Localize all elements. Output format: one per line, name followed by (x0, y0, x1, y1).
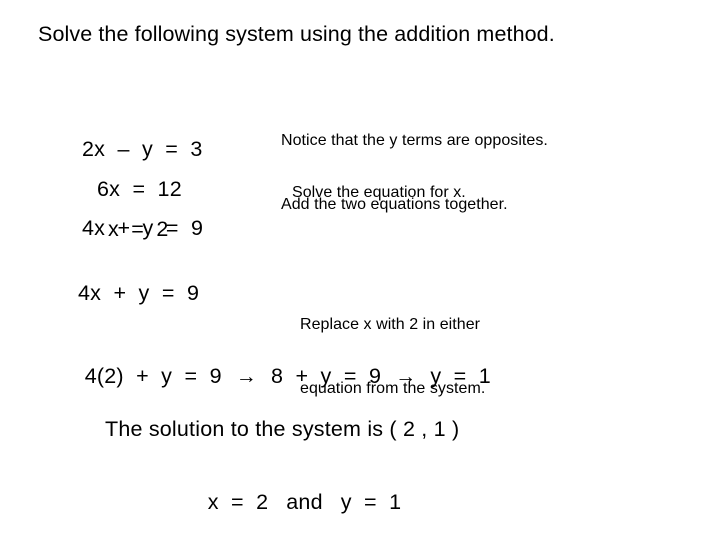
annotation-opposites-line-1: Notice that the y terms are opposites. (281, 132, 548, 150)
right-arrow-icon-1: → (235, 364, 257, 388)
chain-step-3: y = 1 (430, 363, 491, 388)
x-value-equation: x = 2 (108, 217, 169, 241)
summed-equation: 6x = 12 (97, 177, 182, 201)
solution-values-row: x = 2 and y = 1 (183, 470, 401, 535)
solution-x-value: x = 2 (207, 489, 269, 514)
solution-conjunction: and (286, 489, 323, 514)
slide-canvas: Solve the following system using the add… (0, 0, 720, 540)
annotation-replace-x-line-1: Replace x with 2 in either (300, 316, 481, 334)
system-equation-1: 2x – y = 3 (82, 137, 203, 162)
right-arrow-icon-2: → (395, 364, 417, 388)
slide-title: Solve the following system using the add… (38, 22, 555, 46)
chain-step-1: 4(2) + y = 9 (84, 363, 222, 388)
annotation-opposites-block: Notice that the y terms are opposites. A… (281, 88, 548, 257)
solution-y-value: y = 1 (340, 489, 402, 514)
substitution-target-equation: 4x + y = 9 (78, 281, 200, 305)
annotation-solve-for-x: Solve the equation for x. (292, 184, 466, 201)
solution-statement: The solution to the system is ( 2 , 1 ) (105, 417, 460, 441)
chain-step-2: 8 + y = 9 (270, 363, 382, 388)
solve-chain-row: 4(2) + y = 9 → 8 + y = 9 → y = 1 (60, 344, 491, 409)
